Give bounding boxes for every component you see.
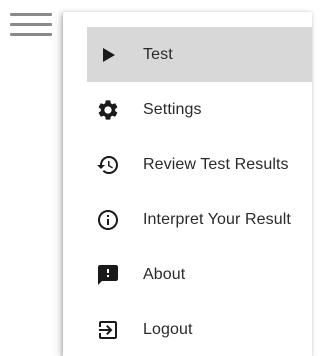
navigation-drawer: Test Settings Review Test Results Interp… (63, 12, 312, 356)
menu-item-about[interactable]: About (87, 247, 312, 302)
app-screen: Test Settings Review Test Results Interp… (0, 0, 312, 356)
feedback-icon (96, 263, 120, 287)
info-icon (96, 208, 120, 232)
hamburger-line (10, 33, 52, 36)
menu-item-label: Settings (143, 100, 202, 118)
hamburger-line (10, 13, 52, 16)
menu-item-settings[interactable]: Settings (87, 82, 312, 137)
menu-item-label: Logout (143, 320, 193, 338)
menu-item-label: About (143, 265, 186, 283)
menu-item-label: Test (143, 45, 173, 63)
gear-icon (96, 98, 120, 122)
hamburger-line (10, 23, 52, 26)
hamburger-menu-icon[interactable] (10, 13, 52, 39)
menu-item-test[interactable]: Test (87, 27, 312, 82)
menu-item-interpret-your-result[interactable]: Interpret Your Result (87, 192, 312, 247)
play-icon (96, 43, 120, 67)
menu-item-label: Interpret Your Result (143, 210, 291, 228)
logout-icon (96, 318, 120, 342)
menu-item-review-test-results[interactable]: Review Test Results (87, 137, 312, 192)
menu-item-logout[interactable]: Logout (87, 302, 312, 356)
drawer-menu: Test Settings Review Test Results Interp… (87, 27, 312, 356)
menu-item-label: Review Test Results (143, 155, 289, 173)
history-icon (96, 153, 120, 177)
